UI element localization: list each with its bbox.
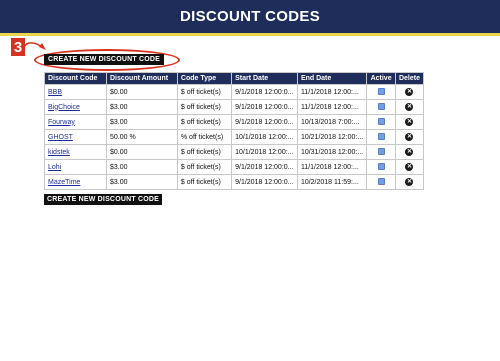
code-cell: BBB bbox=[44, 84, 107, 100]
code-type-cell: $ off ticket(s) bbox=[176, 114, 233, 130]
create-discount-code-button-top[interactable]: CREATE NEW DISCOUNT CODE bbox=[44, 54, 164, 65]
discount-code-link[interactable]: Lohi bbox=[48, 164, 61, 171]
end-date-cell: 11/1/2018 12:00:... bbox=[296, 99, 368, 115]
discount-code-link[interactable]: BigChoice bbox=[48, 104, 80, 111]
delete-cell: ✕ bbox=[394, 159, 425, 175]
code-type-cell: $ off ticket(s) bbox=[176, 144, 233, 160]
delete-cell: ✕ bbox=[394, 99, 425, 115]
active-checkbox-icon[interactable] bbox=[377, 163, 385, 171]
end-date-cell: 11/1/2018 12:00:... bbox=[296, 84, 368, 100]
delete-cell: ✕ bbox=[394, 144, 425, 160]
column-header: Discount Code bbox=[44, 72, 107, 85]
amount-cell: $0.00 bbox=[105, 144, 178, 160]
delete-cell: ✕ bbox=[394, 114, 425, 130]
discount-code-link[interactable]: Fourway bbox=[48, 119, 75, 126]
end-date-cell: 10/13/2018 7:00:... bbox=[296, 114, 368, 130]
code-type-cell: $ off ticket(s) bbox=[176, 84, 233, 100]
table-row: Lohi $3.00 $ off ticket(s) 9/1/2018 12:00:0… bbox=[44, 159, 425, 175]
table-row: BBB $0.00 $ off ticket(s) 9/1/2018 12:00:0.… bbox=[44, 84, 425, 100]
active-checkbox-icon[interactable] bbox=[377, 148, 385, 156]
end-date-cell: 10/21/2018 12:00:... bbox=[296, 129, 368, 145]
table-body: BBB $0.00 $ off ticket(s) 9/1/2018 12:00:0.… bbox=[44, 84, 425, 190]
active-cell bbox=[366, 129, 396, 145]
end-date-cell: 11/1/2018 12:00:... bbox=[296, 159, 368, 175]
code-cell: Lohi bbox=[44, 159, 107, 175]
active-checkbox-icon[interactable] bbox=[377, 103, 385, 111]
callout-arrow-icon bbox=[22, 42, 46, 50]
start-date-cell: 9/1/2018 12:00:0... bbox=[231, 84, 298, 100]
active-cell bbox=[366, 144, 396, 160]
code-cell: GHOST bbox=[44, 129, 107, 145]
start-date-cell: 9/1/2018 12:00:0... bbox=[231, 114, 298, 130]
code-type-cell: $ off ticket(s) bbox=[176, 174, 233, 190]
code-type-cell: % off ticket(s) bbox=[176, 129, 233, 145]
discount-code-link[interactable]: BBB bbox=[48, 89, 62, 96]
delete-icon[interactable]: ✕ bbox=[405, 163, 414, 171]
delete-icon[interactable]: ✕ bbox=[405, 178, 414, 186]
column-header: Code Type bbox=[176, 72, 233, 85]
page-header: DISCOUNT CODES bbox=[0, 0, 500, 36]
code-cell: kidstek bbox=[44, 144, 107, 160]
delete-icon[interactable]: ✕ bbox=[405, 88, 414, 96]
delete-cell: ✕ bbox=[394, 84, 425, 100]
start-date-cell: 9/1/2018 12:00:0... bbox=[231, 174, 298, 190]
start-date-cell: 10/1/2018 12:00:... bbox=[231, 144, 298, 160]
column-header: End Date bbox=[296, 72, 368, 85]
discount-code-link[interactable]: kidstek bbox=[48, 149, 70, 156]
create-discount-code-button-bottom[interactable]: CREATE NEW DISCOUNT CODE bbox=[44, 194, 162, 205]
discount-code-link[interactable]: MazeTime bbox=[48, 179, 80, 186]
discount-codes-table: Discount Code Discount Amount Code Type Sta… bbox=[44, 72, 425, 190]
amount-cell: $0.00 bbox=[105, 84, 178, 100]
table-row: MazeTime $3.00 $ off ticket(s) 9/1/2018 12:… bbox=[44, 174, 425, 190]
start-date-cell: 9/1/2018 12:00:0... bbox=[231, 99, 298, 115]
active-checkbox-icon[interactable] bbox=[377, 88, 385, 96]
code-cell: BigChoice bbox=[44, 99, 107, 115]
amount-cell: $3.00 bbox=[105, 114, 178, 130]
active-checkbox-icon[interactable] bbox=[377, 178, 385, 186]
active-checkbox-icon[interactable] bbox=[377, 118, 385, 126]
code-type-cell: $ off ticket(s) bbox=[176, 159, 233, 175]
active-checkbox-icon[interactable] bbox=[377, 133, 385, 141]
delete-cell: ✕ bbox=[394, 129, 425, 145]
delete-icon[interactable]: ✕ bbox=[405, 118, 414, 126]
column-header: Discount Amount bbox=[105, 72, 178, 85]
delete-icon[interactable]: ✕ bbox=[405, 148, 414, 156]
table-row: BigChoice $3.00 $ off ticket(s) 9/1/2018 12… bbox=[44, 99, 425, 115]
discount-code-link[interactable]: GHOST bbox=[48, 134, 73, 141]
amount-cell: $3.00 bbox=[105, 174, 178, 190]
table-header-row: Discount Code Discount Amount Code Type Sta… bbox=[44, 72, 425, 85]
column-header: Delete bbox=[394, 72, 425, 85]
end-date-cell: 10/2/2018 11:59:... bbox=[296, 174, 368, 190]
code-cell: MazeTime bbox=[44, 174, 107, 190]
delete-icon[interactable]: ✕ bbox=[405, 103, 414, 111]
page-title: DISCOUNT CODES bbox=[179, 8, 321, 25]
code-type-cell: $ off ticket(s) bbox=[176, 99, 233, 115]
column-header: Active bbox=[366, 72, 396, 85]
table-row: Fourway $3.00 $ off ticket(s) 9/1/2018 12:0… bbox=[44, 114, 425, 130]
delete-cell: ✕ bbox=[394, 174, 425, 190]
start-date-cell: 9/1/2018 12:00:0... bbox=[231, 159, 298, 175]
column-header: Start Date bbox=[231, 72, 298, 85]
start-date-cell: 10/1/2018 12:00:... bbox=[231, 129, 298, 145]
active-cell bbox=[366, 84, 396, 100]
table-row: GHOST 50.00 %% off ticket(s) 10/1/2018 12:… bbox=[44, 129, 425, 145]
active-cell bbox=[366, 99, 396, 115]
amount-cell: $3.00 bbox=[105, 159, 178, 175]
active-cell bbox=[366, 159, 396, 175]
delete-icon[interactable]: ✕ bbox=[405, 133, 414, 141]
amount-cell: 50.00 % bbox=[105, 129, 178, 145]
active-cell bbox=[366, 114, 396, 130]
code-cell: Fourway bbox=[44, 114, 107, 130]
amount-cell: $3.00 bbox=[105, 99, 178, 115]
end-date-cell: 10/31/2018 12:00:... bbox=[296, 144, 368, 160]
table-row: kidstek $0.00 $ off ticket(s) 10/1/2018 12:… bbox=[44, 144, 425, 160]
active-cell bbox=[366, 174, 396, 190]
